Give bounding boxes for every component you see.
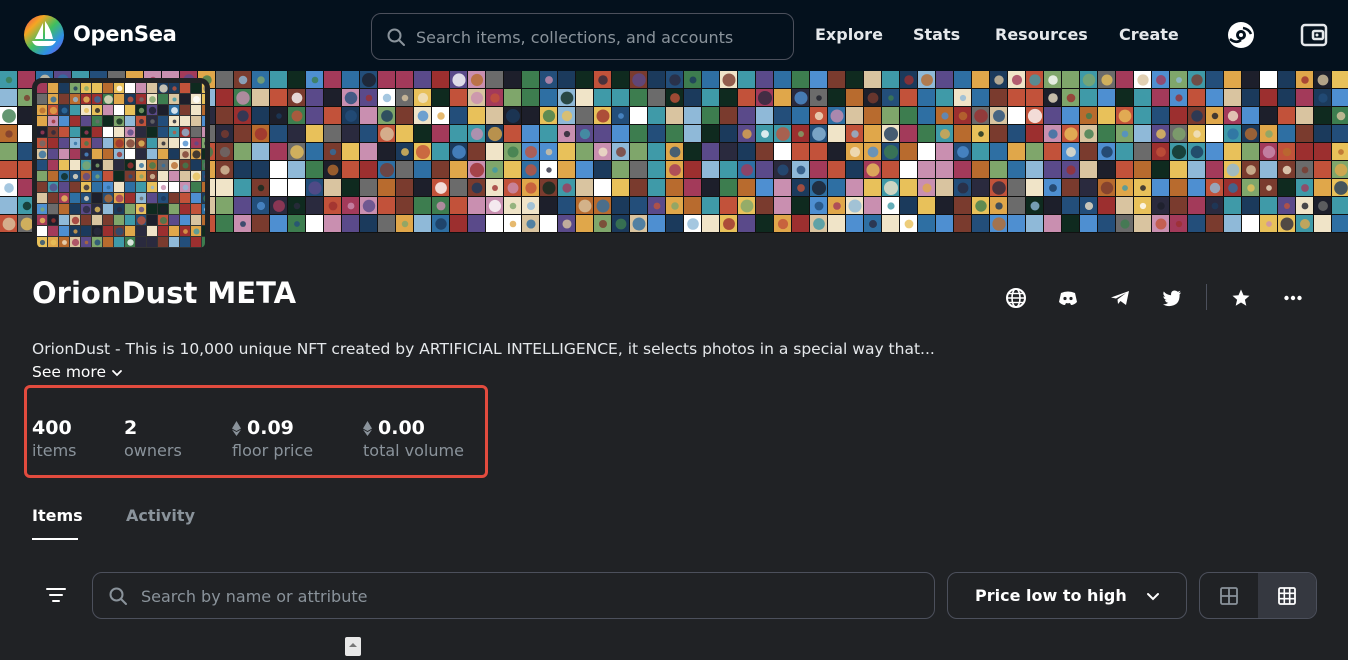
stat-items-label: items (32, 441, 77, 460)
stat-owners[interactable]: 2 owners (124, 417, 182, 460)
discord-icon[interactable] (1057, 287, 1079, 309)
stat-items[interactable]: 400 items (32, 417, 76, 460)
view-toggle (1199, 572, 1317, 619)
collection-avatar[interactable] (32, 78, 210, 253)
chevron-down-icon (112, 369, 122, 376)
nav-create[interactable]: Create (1119, 25, 1179, 44)
large-grid-icon (1220, 587, 1238, 605)
stat-floor-value: 0.09 (247, 417, 294, 439)
tab-activity[interactable]: Activity (126, 506, 195, 525)
star-icon[interactable] (1230, 287, 1252, 309)
see-more-button[interactable]: See more (32, 363, 123, 381)
small-grid-view-button[interactable] (1258, 573, 1316, 618)
chevron-up-icon (349, 643, 357, 647)
stat-owners-label: owners (124, 441, 182, 460)
stat-volume-label: total volume (363, 441, 464, 460)
eth-icon (363, 420, 372, 436)
avatar-mosaic-image (37, 83, 205, 247)
stat-floor-price[interactable]: 0.09 floor price (232, 417, 313, 460)
see-more-label: See more (32, 363, 106, 381)
search-icon (387, 28, 405, 46)
brand-name[interactable]: OpenSea (73, 22, 177, 46)
active-tab-underline (32, 538, 78, 540)
global-search-input[interactable] (414, 22, 784, 52)
nav-resources[interactable]: Resources (995, 25, 1088, 44)
large-grid-view-button[interactable] (1200, 573, 1258, 618)
account-icon[interactable] (1226, 20, 1256, 50)
eth-icon (232, 420, 241, 436)
small-grid-icon (1278, 587, 1296, 605)
sort-dropdown-value: Price low to high (975, 586, 1127, 605)
tab-items[interactable]: Items (32, 506, 83, 525)
globe-icon[interactable] (1005, 287, 1027, 309)
attribute-search-input[interactable] (139, 581, 919, 611)
wallet-icon[interactable] (1299, 20, 1329, 50)
collection-description: OrionDust - This is 10,000 unique NFT cr… (32, 340, 935, 358)
opensea-logo-icon[interactable] (24, 15, 64, 55)
stat-items-value: 400 (32, 417, 72, 439)
top-nav-bar: OpenSea Explore Stats Resources Create (0, 0, 1348, 71)
nav-stats[interactable]: Stats (913, 25, 960, 44)
telegram-icon[interactable] (1109, 287, 1131, 309)
more-icon[interactable] (1282, 287, 1304, 309)
stat-total-volume[interactable]: 0.00 total volume (363, 417, 464, 460)
filter-icon[interactable] (45, 584, 67, 606)
social-divider (1206, 284, 1207, 310)
global-search (371, 13, 794, 60)
search-icon (109, 587, 127, 605)
sort-dropdown[interactable]: Price low to high (947, 572, 1187, 619)
nav-explore[interactable]: Explore (815, 25, 883, 44)
twitter-icon[interactable] (1161, 287, 1183, 309)
collection-title: OrionDust META (32, 276, 297, 310)
stat-floor-label: floor price (232, 441, 314, 460)
scroll-handle[interactable] (345, 637, 361, 656)
chevron-down-icon (1147, 593, 1159, 601)
stat-volume-value: 0.00 (378, 417, 425, 439)
stat-owners-value: 2 (124, 417, 138, 439)
attribute-search (92, 572, 935, 619)
